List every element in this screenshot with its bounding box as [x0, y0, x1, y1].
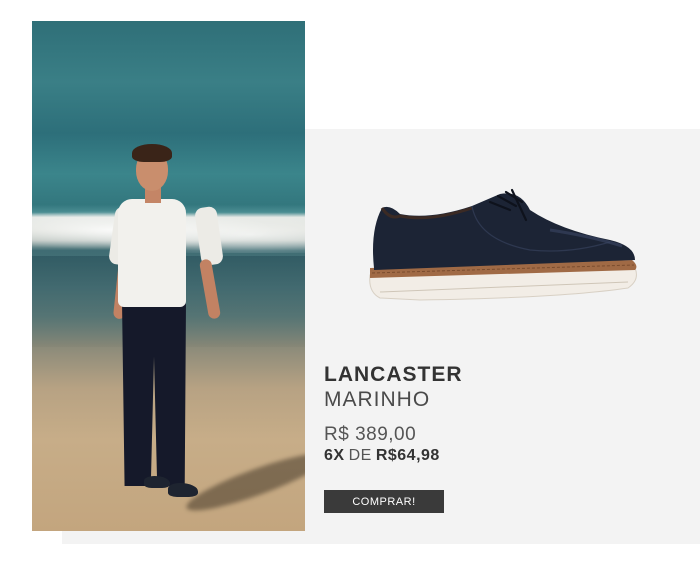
lifestyle-photo	[32, 21, 305, 531]
installments-amount: R$64,98	[375, 447, 440, 464]
buy-button[interactable]: COMPRAR!	[324, 490, 444, 513]
product-shoe-image[interactable]	[360, 180, 650, 310]
installments-connector: DE	[348, 447, 372, 464]
product-color: MARINHO	[324, 388, 431, 411]
model-shadow	[182, 444, 305, 520]
product-price: R$ 389,00	[324, 424, 417, 445]
installments-info: 6X DE R$64,98	[324, 447, 440, 465]
product-name: LANCASTER	[324, 363, 463, 386]
installments-count: 6X	[324, 447, 345, 464]
